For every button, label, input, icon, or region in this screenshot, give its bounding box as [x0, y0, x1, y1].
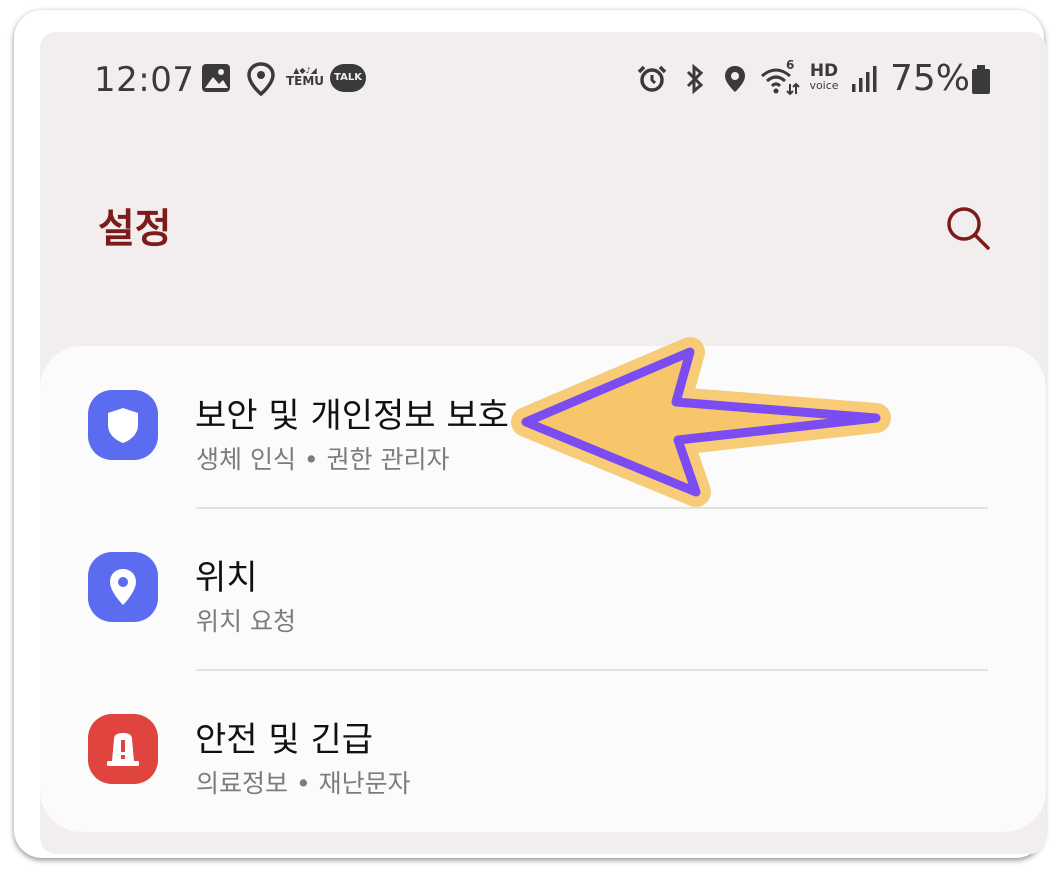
- settings-screen: 12:07 ▲◆♪◢ TEMU TALK 6 HD voice 75% 설정 보…: [40, 32, 1046, 854]
- status-bar: 12:07 ▲◆♪◢ TEMU TALK 6 HD voice 75%: [40, 32, 1046, 122]
- location-icon-badge: [88, 552, 158, 622]
- temu-icon: ▲◆♪◢ TEMU: [285, 66, 325, 88]
- setting-subtitle: 위치 요청: [196, 607, 296, 636]
- temu-label: TEMU: [285, 74, 325, 88]
- setting-item-security-privacy[interactable]: 보안 및 개인정보 보호 생체 인식 • 권한 관리자: [40, 346, 1046, 506]
- gallery-icon: [202, 64, 230, 92]
- search-icon: [947, 207, 990, 250]
- map-pin-notification-icon: [247, 62, 275, 96]
- wifi-6-label: 6: [786, 58, 795, 72]
- emergency-icon-badge: [88, 714, 158, 784]
- hd-voice-icon: HD voice: [804, 62, 844, 92]
- talk-label: TALK: [334, 72, 362, 83]
- phone-frame: 12:07 ▲◆♪◢ TEMU TALK 6 HD voice 75% 설정 보…: [14, 10, 1046, 858]
- battery-icon: [972, 65, 990, 94]
- setting-title: 안전 및 긴급: [195, 720, 374, 760]
- bluetooth-icon: [686, 64, 704, 94]
- voice-label: voice: [809, 79, 839, 92]
- hd-label: HD: [809, 61, 839, 81]
- emergency-siren-icon: [107, 733, 139, 766]
- page-title: 설정: [98, 206, 172, 252]
- location-pin-icon: [110, 569, 136, 605]
- security-icon-badge: [88, 390, 158, 460]
- location-icon: [725, 66, 745, 92]
- kakaotalk-icon: TALK: [330, 64, 366, 92]
- battery-percent: 75%: [890, 58, 971, 99]
- search-button[interactable]: [940, 200, 996, 256]
- status-time: 12:07: [94, 60, 195, 100]
- setting-title: 보안 및 개인정보 보호: [195, 396, 509, 436]
- setting-item-safety-emergency[interactable]: 안전 및 긴급 의료정보 • 재난문자: [40, 670, 1046, 830]
- setting-item-location[interactable]: 위치 위치 요청: [40, 508, 1046, 668]
- settings-card: 보안 및 개인정보 보호 생체 인식 • 권한 관리자 위치 위치 요청 안전 …: [40, 346, 1046, 832]
- setting-subtitle: 의료정보 • 재난문자: [196, 769, 411, 798]
- signal-icon: [852, 66, 877, 92]
- shield-icon: [108, 408, 138, 443]
- alarm-icon: [637, 65, 667, 92]
- setting-title: 위치: [195, 558, 258, 598]
- setting-subtitle: 생체 인식 • 권한 관리자: [196, 445, 450, 474]
